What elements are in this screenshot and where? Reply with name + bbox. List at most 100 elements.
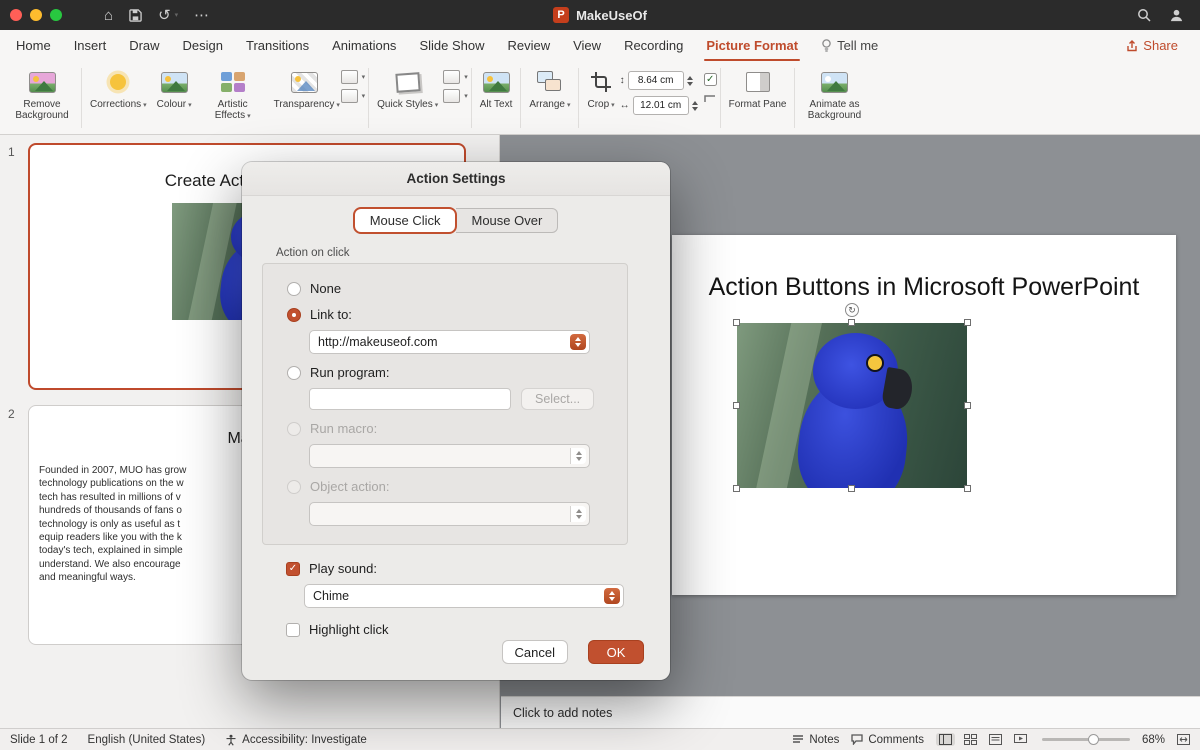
- undo-icon[interactable]: ↺▾: [158, 6, 178, 24]
- zoom-slider-knob[interactable]: [1088, 734, 1099, 745]
- selection-handle-ne[interactable]: [964, 319, 971, 326]
- sharpen-mini-button[interactable]: ▾: [341, 70, 366, 84]
- radio-link-to[interactable]: Link to:: [287, 307, 611, 322]
- animate-as-background-button[interactable]: Animate as Background: [798, 66, 870, 123]
- slide-canvas[interactable]: Action Buttons in Microsoft PowerPoint ↻: [672, 235, 1176, 595]
- tab-mouse-over[interactable]: Mouse Over: [456, 208, 558, 233]
- tab-recording[interactable]: Recording: [624, 38, 683, 53]
- minimize-window-button[interactable]: [30, 9, 42, 21]
- selection-handle-sw[interactable]: [733, 485, 740, 492]
- corrections-button[interactable]: Corrections▾: [85, 66, 152, 113]
- alt-text-button[interactable]: Alt Text: [475, 66, 518, 112]
- shape-height-field[interactable]: 8.64 cm: [628, 71, 684, 90]
- format-pane-button[interactable]: Format Pane: [724, 66, 792, 112]
- selected-picture[interactable]: ↻: [737, 323, 967, 488]
- search-icon[interactable]: [1137, 8, 1151, 22]
- slide-2-number: 2: [8, 407, 15, 421]
- account-icon[interactable]: [1169, 8, 1184, 23]
- radio-object-action[interactable]: Object action:: [287, 479, 611, 494]
- selection-handle-nw[interactable]: [733, 319, 740, 326]
- tab-design[interactable]: Design: [183, 38, 223, 53]
- crop-button[interactable]: Crop▾: [582, 66, 619, 113]
- cancel-button[interactable]: Cancel: [502, 640, 568, 664]
- brightness-mini-button[interactable]: ▾: [341, 89, 366, 103]
- link-target-select[interactable]: http://makeuseof.com: [309, 330, 590, 354]
- tab-insert[interactable]: Insert: [74, 38, 107, 53]
- traffic-lights: [0, 9, 76, 21]
- selection-handle-w[interactable]: [733, 402, 740, 409]
- language-indicator[interactable]: English (United States): [88, 734, 206, 746]
- home-icon[interactable]: ⌂: [104, 7, 113, 24]
- chevron-down-icon: ▾: [247, 113, 251, 120]
- arrange-icon: [537, 71, 563, 93]
- slideshow-view-button[interactable]: [1011, 733, 1030, 746]
- slide-title[interactable]: Action Buttons in Microsoft PowerPoint: [672, 273, 1176, 302]
- lock-aspect-ratio-checkbox[interactable]: ✓: [704, 73, 717, 86]
- reset-size-icon[interactable]: [704, 93, 716, 103]
- sound-select[interactable]: Chime: [304, 584, 624, 608]
- play-sound-row[interactable]: ✓ Play sound:: [286, 561, 670, 576]
- notes-icon: [792, 735, 804, 745]
- selection-handle-se[interactable]: [964, 485, 971, 492]
- radio-disabled-icon: [287, 422, 301, 436]
- status-bar: Slide 1 of 2 English (United States) Acc…: [0, 728, 1200, 750]
- selection-handle-n[interactable]: [848, 319, 855, 326]
- radio-icon[interactable]: [287, 282, 301, 296]
- tab-mouse-click[interactable]: Mouse Click: [353, 207, 458, 234]
- zoom-window-button[interactable]: [50, 9, 62, 21]
- selection-handle-e[interactable]: [964, 402, 971, 409]
- comments-icon: [851, 734, 863, 745]
- quick-styles-button[interactable]: Quick Styles▾: [372, 66, 443, 113]
- save-icon[interactable]: [129, 9, 142, 22]
- radio-none[interactable]: None: [287, 281, 611, 296]
- tab-review[interactable]: Review: [507, 38, 550, 53]
- colour-button[interactable]: Colour▾: [152, 66, 197, 113]
- more-commands-icon[interactable]: ⋯: [194, 6, 209, 24]
- tab-view[interactable]: View: [573, 38, 601, 53]
- tab-picture-format[interactable]: Picture Format: [706, 38, 798, 53]
- comments-toggle[interactable]: Comments: [851, 734, 924, 746]
- notes-pane[interactable]: Click to add notes: [501, 696, 1200, 728]
- width-stepper[interactable]: [692, 101, 698, 111]
- remove-background-icon: [29, 72, 56, 93]
- run-program-field[interactable]: [309, 388, 511, 410]
- radio-run-macro[interactable]: Run macro:: [287, 421, 611, 436]
- radio-run-program[interactable]: Run program:: [287, 365, 611, 380]
- tab-transitions[interactable]: Transitions: [246, 38, 309, 53]
- highlight-click-row[interactable]: Highlight click: [286, 622, 670, 637]
- notes-toggle[interactable]: Notes: [792, 734, 839, 746]
- share-button[interactable]: Share: [1126, 38, 1200, 53]
- radio-selected-icon[interactable]: [287, 308, 301, 322]
- tab-animations[interactable]: Animations: [332, 38, 396, 53]
- zoom-percent[interactable]: 68%: [1142, 734, 1165, 746]
- select-program-button[interactable]: Select...: [521, 388, 594, 410]
- tell-me[interactable]: Tell me: [821, 38, 878, 53]
- remove-background-button[interactable]: Remove Background: [6, 66, 78, 123]
- ok-button[interactable]: OK: [588, 640, 644, 664]
- tab-draw[interactable]: Draw: [129, 38, 159, 53]
- highlight-click-checkbox[interactable]: [286, 623, 300, 637]
- close-window-button[interactable]: [10, 9, 22, 21]
- artistic-effects-button[interactable]: Artistic Effects▾: [197, 66, 269, 124]
- zoom-slider[interactable]: [1042, 738, 1130, 741]
- popup-stepper-icon: [604, 588, 620, 604]
- reading-view-button[interactable]: [986, 733, 1005, 746]
- arrange-button[interactable]: Arrange▾: [524, 66, 575, 113]
- transparency-button[interactable]: Transparency▾: [269, 66, 341, 113]
- slide-sorter-view-button[interactable]: [961, 733, 980, 746]
- picture-effects-mini-button[interactable]: ▾: [443, 89, 468, 103]
- radio-icon[interactable]: [287, 366, 301, 380]
- height-stepper[interactable]: [687, 76, 693, 86]
- normal-view-button[interactable]: [936, 733, 955, 746]
- accessibility-status[interactable]: Accessibility: Investigate: [225, 734, 367, 746]
- shape-width-field[interactable]: 12.01 cm: [633, 96, 689, 115]
- fit-to-window-icon[interactable]: [1177, 734, 1190, 745]
- transparency-icon: [291, 72, 318, 93]
- tab-home[interactable]: Home: [16, 38, 51, 53]
- play-sound-checkbox[interactable]: ✓: [286, 562, 300, 576]
- chevron-down-icon: ▾: [143, 102, 147, 109]
- picture-border-mini-button[interactable]: ▾: [443, 70, 468, 84]
- rotation-handle[interactable]: ↻: [845, 303, 859, 317]
- selection-handle-s[interactable]: [848, 485, 855, 492]
- tab-slide-show[interactable]: Slide Show: [419, 38, 484, 53]
